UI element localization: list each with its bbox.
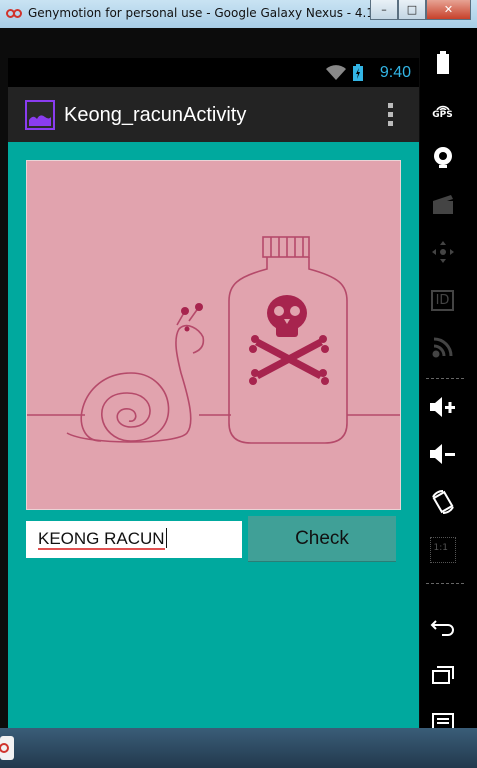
check-button[interactable]: Check bbox=[248, 516, 396, 561]
activity-title: Keong_racunActivity bbox=[64, 104, 247, 126]
gps-label: GPS bbox=[432, 110, 453, 120]
battery-icon bbox=[353, 64, 363, 81]
battery-icon[interactable] bbox=[420, 48, 465, 78]
device-screen: 9:40 Keong_racunActivity KEONG RACUN Che… bbox=[8, 58, 419, 734]
action-bar: Keong_racunActivity bbox=[8, 87, 419, 142]
text-caret bbox=[165, 528, 167, 548]
text-input[interactable]: KEONG RACUN bbox=[26, 521, 242, 558]
status-bar: 9:40 bbox=[8, 58, 419, 87]
text-input-value: KEONG RACUN bbox=[38, 529, 165, 550]
volume-down-icon[interactable] bbox=[420, 440, 465, 468]
genymotion-toolbar: GPS ID 1:1 bbox=[420, 28, 477, 768]
snail-and-poison-bottle-illustration bbox=[27, 236, 400, 444]
image-gallery-icon[interactable] bbox=[25, 100, 55, 130]
id-icon[interactable]: ID bbox=[420, 286, 465, 314]
toolbar-separator bbox=[426, 583, 464, 584]
recent-apps-icon[interactable] bbox=[420, 661, 465, 689]
toolbar-separator bbox=[426, 378, 464, 379]
dpad-icon[interactable] bbox=[420, 238, 465, 266]
rotate-icon[interactable] bbox=[420, 488, 465, 516]
window-title: Genymotion for personal use - Google Gal… bbox=[28, 6, 409, 20]
volume-up-icon[interactable] bbox=[420, 393, 465, 421]
overflow-menu-icon[interactable] bbox=[387, 103, 395, 127]
scale-label: 1:1 bbox=[433, 543, 448, 553]
video-icon[interactable] bbox=[420, 191, 465, 219]
snail-poison-image bbox=[26, 160, 401, 510]
scale-icon[interactable]: 1:1 bbox=[420, 536, 465, 564]
camera-icon[interactable] bbox=[420, 143, 465, 171]
emulator-frame: 9:40 Keong_racunActivity KEONG RACUN Che… bbox=[0, 28, 477, 768]
minimize-button[interactable]: – bbox=[370, 0, 398, 20]
close-button[interactable]: ✕ bbox=[426, 0, 471, 20]
gps-icon[interactable]: GPS bbox=[420, 98, 465, 124]
maximize-button[interactable]: □ bbox=[398, 0, 426, 20]
rss-icon[interactable] bbox=[420, 333, 465, 361]
window-title-bar: Genymotion for personal use - Google Gal… bbox=[0, 0, 477, 28]
back-icon[interactable] bbox=[420, 613, 465, 641]
windows-taskbar bbox=[0, 728, 477, 768]
wifi-icon bbox=[326, 65, 346, 80]
status-time: 9:40 bbox=[379, 64, 411, 81]
activity-content: KEONG RACUN Check bbox=[8, 142, 419, 734]
id-label: ID bbox=[430, 289, 455, 311]
genymotion-taskbar-icon[interactable] bbox=[0, 734, 16, 762]
genymotion-logo-icon bbox=[6, 9, 22, 18]
